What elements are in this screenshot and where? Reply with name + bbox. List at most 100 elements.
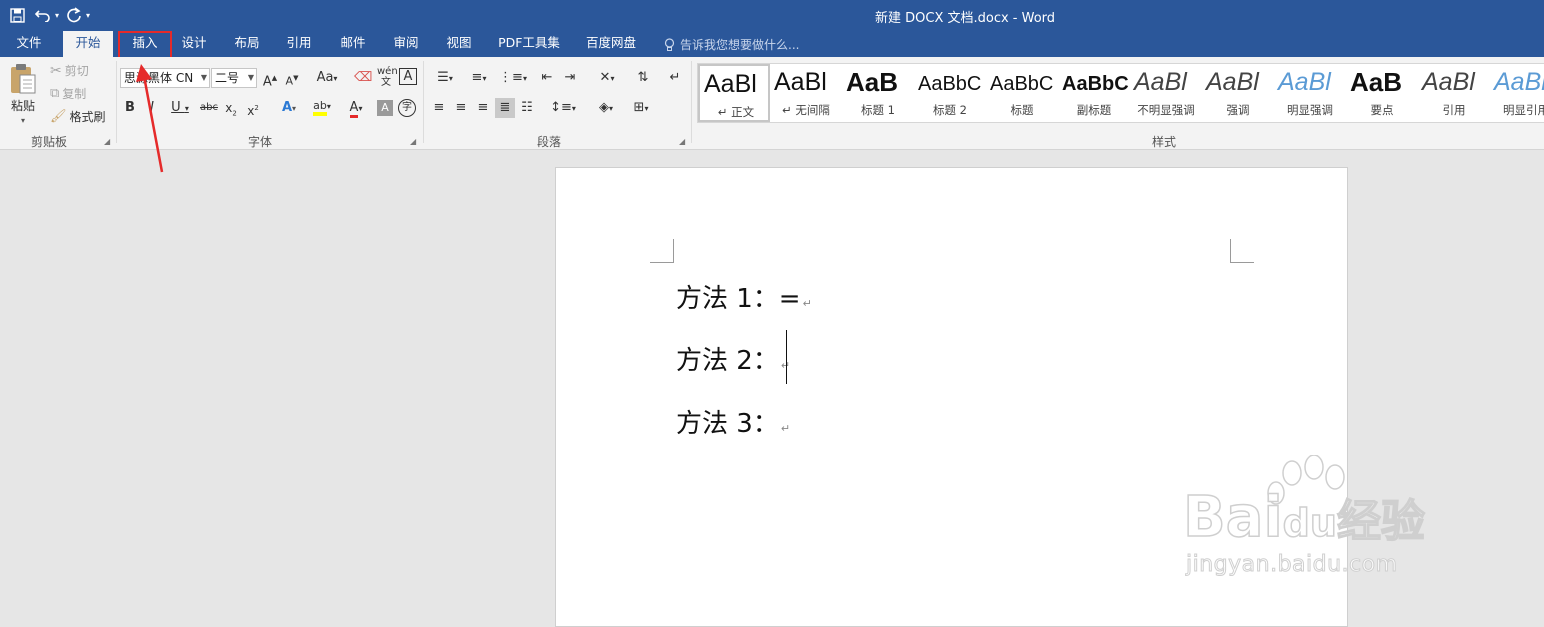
document-line[interactable]: 方法 1：= ↵	[676, 278, 812, 315]
style-name: ↵ 正文	[717, 105, 755, 119]
line-spacing-icon[interactable]: ↕≡▾	[548, 98, 578, 119]
paste-label: 粘贴	[10, 99, 35, 113]
show-marks-icon[interactable]: ↵	[668, 68, 682, 88]
redo-icon[interactable]	[63, 4, 85, 26]
line-text: 方法 3：	[676, 409, 779, 439]
group-separator	[691, 61, 692, 143]
tab-file[interactable]: 文件	[4, 31, 54, 57]
paste-dropdown-icon[interactable]: ▾	[21, 116, 25, 125]
style-sample: AaBl	[774, 68, 827, 96]
style-emphasis[interactable]: AaBl 强调	[1202, 64, 1274, 122]
document-line[interactable]: 方法 3： ↵	[676, 403, 790, 440]
phonetic-guide-icon[interactable]: wén 文	[377, 66, 398, 88]
tell-me-search[interactable]: 告诉我您想要做什么...	[664, 36, 799, 53]
clear-formatting-icon[interactable]: ⌫	[354, 68, 372, 88]
paragraph-launcher-icon[interactable]: ◢	[679, 137, 685, 146]
font-size-dropdown-icon[interactable]: ▼	[248, 69, 254, 87]
style-sample: AaBbC	[918, 73, 982, 95]
style-intense-quote[interactable]: AaBl 明显引用	[1490, 64, 1544, 122]
character-shading-icon[interactable]: A	[377, 100, 393, 116]
tab-home[interactable]: 开始	[63, 31, 113, 57]
grow-font-icon[interactable]: A▲	[261, 68, 279, 92]
style-no-spacing[interactable]: AaBl ↵ 无间隔	[770, 64, 842, 122]
style-normal[interactable]: AaBl ↵ 正文	[698, 64, 770, 122]
title-bar: ▾ ▾ 新建 DOCX 文档.docx - Word	[0, 0, 1544, 31]
style-strong[interactable]: AaB 要点	[1346, 64, 1418, 122]
text-cursor	[786, 330, 787, 384]
shrink-font-icon[interactable]: A▼	[283, 68, 301, 92]
paragraph-mark: ↵	[780, 422, 791, 435]
style-sample: AaB	[846, 67, 899, 97]
tab-layout[interactable]: 布局	[226, 31, 268, 57]
tab-view[interactable]: 视图	[438, 31, 480, 57]
tab-references[interactable]: 引用	[278, 31, 320, 57]
tab-insert[interactable]: 插入	[118, 31, 172, 60]
style-intense-emphasis[interactable]: AaBl 明显强调	[1274, 64, 1346, 122]
annotation-arrow-icon	[136, 64, 164, 173]
align-right-icon[interactable]: ≡	[474, 98, 492, 118]
enclose-characters-icon[interactable]: 字	[398, 99, 416, 117]
font-color-icon[interactable]: A▾	[342, 98, 370, 119]
subscript-icon[interactable]: x2	[222, 98, 240, 123]
tab-baidu-pan[interactable]: 百度网盘	[580, 31, 642, 57]
strikethrough-icon[interactable]: abc	[199, 98, 219, 118]
tell-me-placeholder: 告诉我您想要做什么...	[680, 38, 800, 52]
tab-design[interactable]: 设计	[172, 31, 216, 57]
line-text: 方法 1：=	[676, 284, 801, 314]
copy-button[interactable]: ⧉ 复制	[50, 85, 86, 102]
style-name: 明显引用	[1503, 103, 1544, 117]
shading-icon[interactable]: ◈▾	[591, 98, 621, 119]
style-heading-1[interactable]: AaB 标题 1	[842, 64, 914, 122]
align-center-icon[interactable]: ≡	[452, 98, 470, 118]
style-sample: AaBl	[1494, 68, 1544, 96]
chinese-layout-icon[interactable]: ✕▾	[592, 68, 622, 89]
justify-icon[interactable]: ≣	[495, 98, 515, 118]
group-separator	[423, 61, 424, 143]
style-sample: AaB	[1350, 67, 1403, 97]
style-subtitle[interactable]: AaBbC 副标题	[1058, 64, 1130, 122]
distributed-icon[interactable]: ☷	[518, 98, 536, 118]
document-line[interactable]: 方法 2：↵	[676, 340, 790, 377]
bullets-icon[interactable]: ☰▾	[430, 68, 460, 89]
superscript-icon[interactable]: x2	[244, 98, 262, 121]
font-size-combo[interactable]: 二号 ▼	[211, 68, 257, 88]
change-case-icon[interactable]: Aa▾	[312, 68, 342, 89]
style-subtle-emphasis[interactable]: AaBl 不明显强调	[1130, 64, 1202, 122]
line-text: 方法 2：	[676, 346, 779, 376]
clipboard-group-label: 剪贴板	[31, 135, 68, 149]
scissors-icon: ✂	[50, 62, 62, 79]
style-sample: AaBbC	[990, 73, 1054, 95]
style-quote[interactable]: AaBl 引用	[1418, 64, 1490, 122]
borders-icon[interactable]: ⊞▾	[626, 98, 656, 119]
font-size-value: 二号	[215, 71, 240, 85]
increase-indent-icon[interactable]: ⇥	[561, 68, 579, 88]
format-painter-button[interactable]: 🖌 格式刷	[50, 108, 106, 125]
tab-pdf-tools[interactable]: PDF工具集	[494, 31, 564, 57]
style-title[interactable]: AaBbC 标题	[986, 64, 1058, 122]
customize-qat-icon[interactable]: ▾	[86, 11, 90, 20]
window-title: 新建 DOCX 文档.docx - Word	[875, 11, 1056, 26]
style-name: 副标题	[1076, 103, 1112, 117]
paste-button[interactable]: 粘贴 ▾	[8, 63, 38, 125]
copy-icon: ⧉	[50, 86, 60, 101]
text-effects-icon[interactable]: A▾	[276, 98, 302, 119]
numbering-icon[interactable]: ≡▾	[464, 68, 494, 89]
align-left-icon[interactable]: ≡	[430, 98, 448, 118]
style-heading-2[interactable]: AaBbC 标题 2	[914, 64, 986, 122]
highlight-color-icon[interactable]: ab▾	[308, 96, 336, 117]
multilevel-list-icon[interactable]: ⋮≡▾	[498, 68, 528, 89]
save-icon[interactable]	[6, 4, 28, 26]
undo-dropdown-icon[interactable]: ▾	[55, 11, 59, 20]
undo-icon[interactable]	[32, 4, 54, 26]
clipboard-launcher-icon[interactable]: ◢	[104, 137, 110, 146]
tab-mailings[interactable]: 邮件	[332, 31, 374, 57]
character-border-icon[interactable]: A	[399, 68, 417, 85]
font-name-dropdown-icon[interactable]: ▼	[201, 69, 207, 87]
paragraph-group-label: 段落	[537, 135, 562, 149]
tab-review[interactable]: 审阅	[385, 31, 427, 57]
sort-icon[interactable]: ⇅	[634, 68, 652, 88]
paste-icon	[11, 64, 36, 94]
decrease-indent-icon[interactable]: ⇤	[538, 68, 556, 88]
cut-button[interactable]: ✂ 剪切	[50, 62, 89, 79]
font-launcher-icon[interactable]: ◢	[410, 137, 416, 146]
